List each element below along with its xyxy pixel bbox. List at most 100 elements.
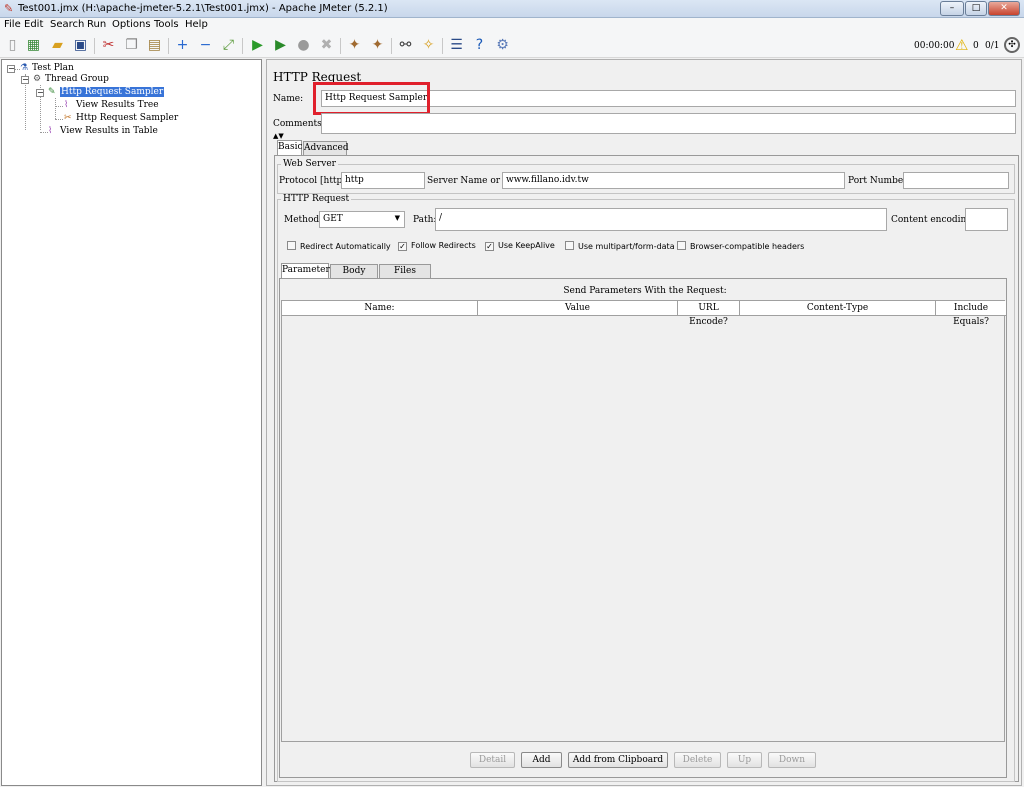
tab-advanced[interactable]: Advanced <box>303 141 349 155</box>
function-helper-icon[interactable]: ☰ <box>448 37 465 54</box>
server-field[interactable]: www.fillano.idv.tw <box>502 172 845 189</box>
tree-node-view-results-table[interactable]: ⌇ View Results in Table <box>48 126 158 137</box>
port-field[interactable] <box>903 172 1009 189</box>
checkbox-checked-icon: ✓ <box>485 242 494 251</box>
start-icon[interactable]: ▶ <box>249 37 266 54</box>
thread-group-icon: ⚙ <box>33 74 42 84</box>
toolbar: ▯ ▦ ▰ ▣ ✂ ❐ ▤ + − ⤢ ▶ ▶ ● ✖ ✦ ✦ ⚯ ✧ ☰ ? … <box>0 34 1024 58</box>
open-icon[interactable]: ▰ <box>49 37 66 54</box>
test-plan-tree[interactable]: − ⚗ Test Plan − ⚙ Thread Group − ✎ Http Req… <box>1 59 262 786</box>
column-header-content-type[interactable]: Content-Type <box>740 301 936 316</box>
tree-node-http-sampler-child[interactable]: ✂ Http Request Sampler <box>64 113 178 124</box>
http-request-title: HTTP Request <box>281 194 352 204</box>
sampler-pen-icon: ✎ <box>48 87 56 97</box>
stop-icon[interactable]: ● <box>295 37 312 54</box>
templates-icon[interactable]: ▦ <box>25 37 42 54</box>
checkbox-box <box>565 241 574 250</box>
help-icon[interactable]: ? <box>471 37 488 54</box>
multipart-checkbox[interactable]: Use multipart/form-data <box>565 241 675 251</box>
thread-count: 0/1 <box>985 41 1000 51</box>
down-button[interactable]: Down <box>768 752 816 768</box>
cut-icon[interactable]: ✂ <box>100 37 117 54</box>
up-button[interactable]: Up <box>727 752 762 768</box>
tree-node-thread-group[interactable]: ⚙ Thread Group <box>33 74 109 85</box>
detail-button[interactable]: Detail <box>470 752 515 768</box>
column-header-name[interactable]: Name: <box>282 301 478 316</box>
comments-label: Comments: <box>273 119 325 129</box>
new-icon[interactable]: ▯ <box>4 37 21 54</box>
maximize-button[interactable]: □ <box>965 1 987 16</box>
tree-node-test-plan[interactable]: ⚗ Test Plan <box>20 63 74 74</box>
menu-options[interactable]: Options <box>112 19 151 30</box>
column-header-value[interactable]: Value <box>478 301 678 316</box>
test-plan-icon: ⚗ <box>20 63 29 73</box>
method-label: Method: <box>284 215 323 225</box>
elapsed-time: 00:00:00 <box>914 41 955 51</box>
protocol-field[interactable]: http <box>341 172 425 189</box>
clear-all-icon[interactable]: ✦ <box>369 37 386 54</box>
menu-bar: File Edit Search Run Options Tools Help <box>0 18 1024 34</box>
listener-graph-icon: ⌇ <box>64 100 69 110</box>
menu-run[interactable]: Run <box>87 19 106 30</box>
start-no-pauses-icon[interactable]: ▶ <box>272 37 289 54</box>
highlight-box <box>313 82 430 115</box>
clear-icon[interactable]: ✦ <box>346 37 363 54</box>
collapse-toggle-icon[interactable]: − <box>7 65 15 73</box>
tree-node-view-results-tree[interactable]: ⌇ View Results Tree <box>64 100 159 111</box>
window-title: Test001.jmx (H:\apache-jmeter-5.2.1\Test… <box>18 3 388 14</box>
close-button[interactable]: ✕ <box>988 1 1020 16</box>
comments-field[interactable] <box>321 113 1016 134</box>
jmeter-feather-icon: ✎ <box>4 2 14 15</box>
reset-search-icon[interactable]: ✧ <box>420 37 437 54</box>
collapse-arrows-icon[interactable]: ▲▼ <box>273 132 284 140</box>
method-select[interactable]: GET ▼ <box>319 211 405 228</box>
copy-icon[interactable]: ❐ <box>123 37 140 54</box>
column-header-url-encode[interactable]: URL Encode? <box>678 301 740 327</box>
collapse-toggle-icon[interactable]: − <box>21 76 29 84</box>
menu-help[interactable]: Help <box>185 19 208 30</box>
tab-basic[interactable]: Basic <box>277 140 303 155</box>
collapse-icon[interactable]: − <box>197 37 214 54</box>
expand-icon[interactable]: + <box>174 37 191 54</box>
toggle-icon[interactable]: ⤢ <box>220 37 237 54</box>
save-icon[interactable]: ▣ <box>72 37 89 54</box>
collapse-toggle-icon[interactable]: − <box>36 89 44 97</box>
add-button[interactable]: Add <box>521 752 562 768</box>
protocol-label: Protocol [http]: <box>279 176 349 186</box>
listener-graph-icon: ⌇ <box>48 126 53 136</box>
tab-parameters[interactable]: Parameters <box>281 263 334 278</box>
checkbox-box <box>287 241 296 250</box>
tools-icon: ✂ <box>64 113 72 123</box>
tree-node-http-request-sampler[interactable]: ✎ Http Request Sampler <box>48 87 165 98</box>
paste-icon[interactable]: ▤ <box>146 37 163 54</box>
remote-icon[interactable]: ⚙ <box>494 37 511 54</box>
encoding-label: Content encoding: <box>891 215 976 225</box>
title-bar: ✎ Test001.jmx (H:\apache-jmeter-5.2.1\Te… <box>0 0 1024 18</box>
path-field[interactable]: / <box>435 208 887 231</box>
checkbox-box <box>677 241 686 250</box>
menu-edit[interactable]: Edit <box>24 19 43 30</box>
element-editor-panel: HTTP Request Name: Http Request Sampler … <box>266 59 1022 786</box>
tab-body-data[interactable]: Body Data <box>330 264 378 289</box>
delete-button[interactable]: Delete <box>674 752 721 768</box>
menu-file[interactable]: File <box>4 19 21 30</box>
use-keepalive-checkbox[interactable]: ✓ Use KeepAlive <box>485 241 555 251</box>
menu-search[interactable]: Search <box>50 19 84 30</box>
column-header-include-equals[interactable]: Include Equals? <box>936 301 1006 327</box>
parameters-table[interactable]: Name: Value URL Encode? Content-Type Inc… <box>281 300 1006 742</box>
add-from-clipboard-button[interactable]: Add from Clipboard <box>568 752 668 768</box>
redirect-automatically-checkbox[interactable]: Redirect Automatically <box>287 241 391 251</box>
menu-tools[interactable]: Tools <box>154 19 179 30</box>
search-icon[interactable]: ⚯ <box>397 37 414 54</box>
warning-icon[interactable]: ⚠ <box>955 36 968 54</box>
encoding-field[interactable] <box>965 208 1008 231</box>
browser-headers-checkbox[interactable]: Browser-compatible headers <box>677 241 804 251</box>
minimize-button[interactable]: – <box>940 1 964 16</box>
path-label: Path: <box>413 215 437 225</box>
remote-status-icon[interactable]: ✣ <box>1004 37 1020 53</box>
follow-redirects-checkbox[interactable]: ✓ Follow Redirects <box>398 241 476 251</box>
tab-files-upload[interactable]: Files Upload <box>379 264 431 289</box>
dropdown-arrow-icon: ▼ <box>394 214 400 222</box>
checkbox-checked-icon: ✓ <box>398 242 407 251</box>
shutdown-icon[interactable]: ✖ <box>318 37 335 54</box>
